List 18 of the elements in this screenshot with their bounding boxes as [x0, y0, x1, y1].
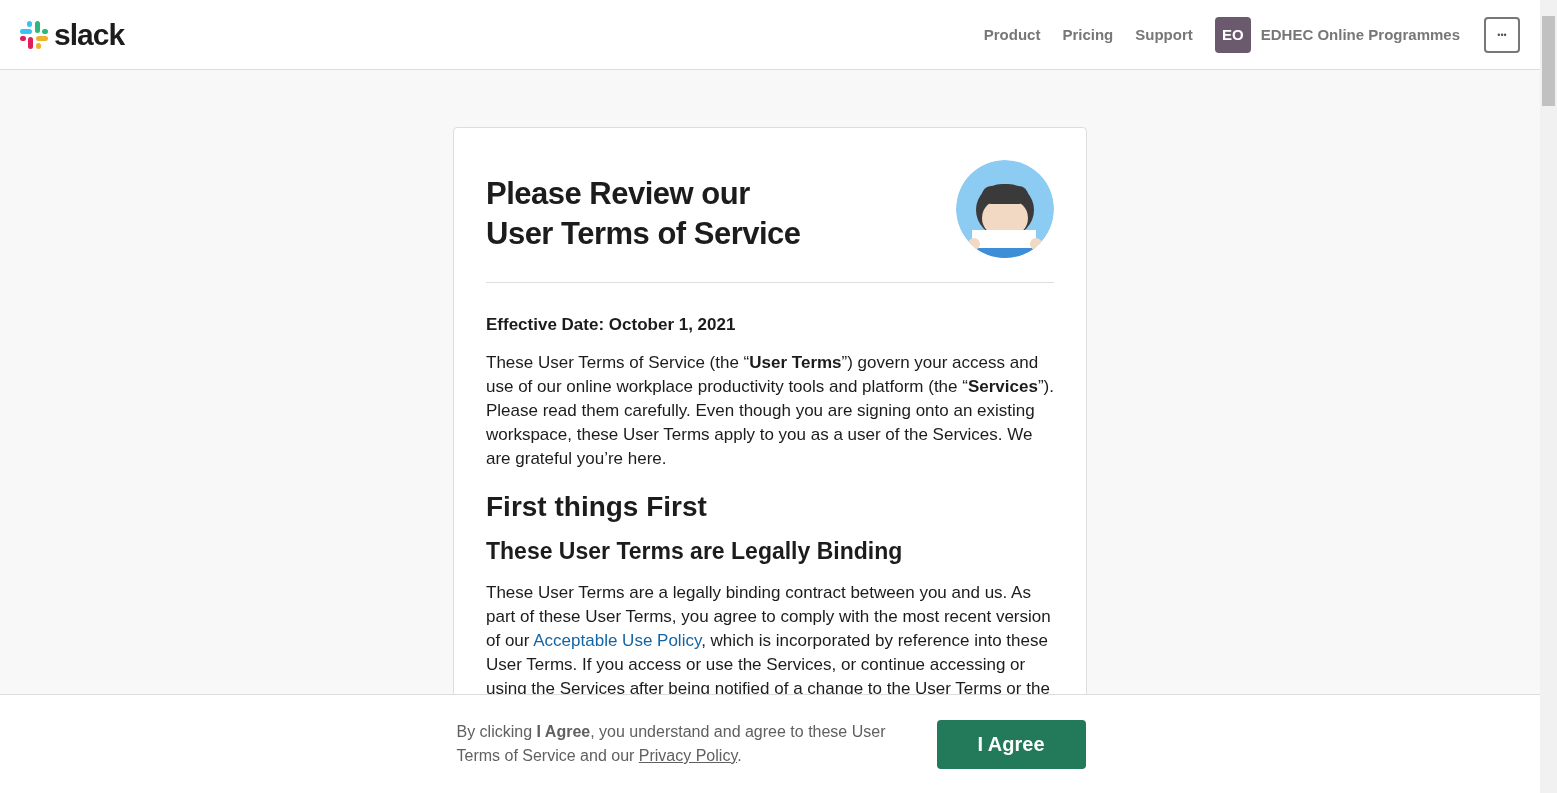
nav-link[interactable]: Support — [1135, 26, 1193, 43]
effective-date: Effective Date: October 1, 2021 — [486, 315, 737, 335]
logo-wordmark[interactable]: slack — [54, 17, 125, 52]
scrollbar[interactable] — [1540, 0, 1557, 793]
intro-paragraph: These User Terms of Service (the “User Terms”) govern your access and use of our online workplace productivity tools and platform (the “Services”). Please read them carefully. Even though you are signing onto an existing workspace, these User Terms apply to you as a user of the Services. We are grateful you’re here. — [486, 352, 1054, 470]
privacy-policy-link[interactable]: Privacy Policy — [638, 747, 738, 764]
workspace-name[interactable]: EDHEC Online Programmes — [1260, 26, 1460, 43]
page-title: Please Review our User Terms of Service — [486, 175, 801, 253]
acceptable-use-link[interactable]: Acceptable Use Policy — [533, 631, 702, 650]
logo-icon — [20, 20, 48, 49]
section-heading: First things First — [486, 490, 708, 524]
agree-button[interactable]: I Agree — [936, 719, 1086, 769]
nav-link[interactable]: Pricing — [1062, 26, 1114, 43]
workspace-avatar: EO — [1214, 16, 1251, 53]
nav-link[interactable]: Product — [983, 26, 1041, 43]
more-button[interactable]: ••• — [1484, 16, 1520, 53]
subsection-heading: These User Terms are Legally Binding — [486, 537, 904, 566]
consent-text: By clicking I Agree, you understand and agree to these User Terms of Service and our Privacy Policy. — [456, 722, 887, 766]
